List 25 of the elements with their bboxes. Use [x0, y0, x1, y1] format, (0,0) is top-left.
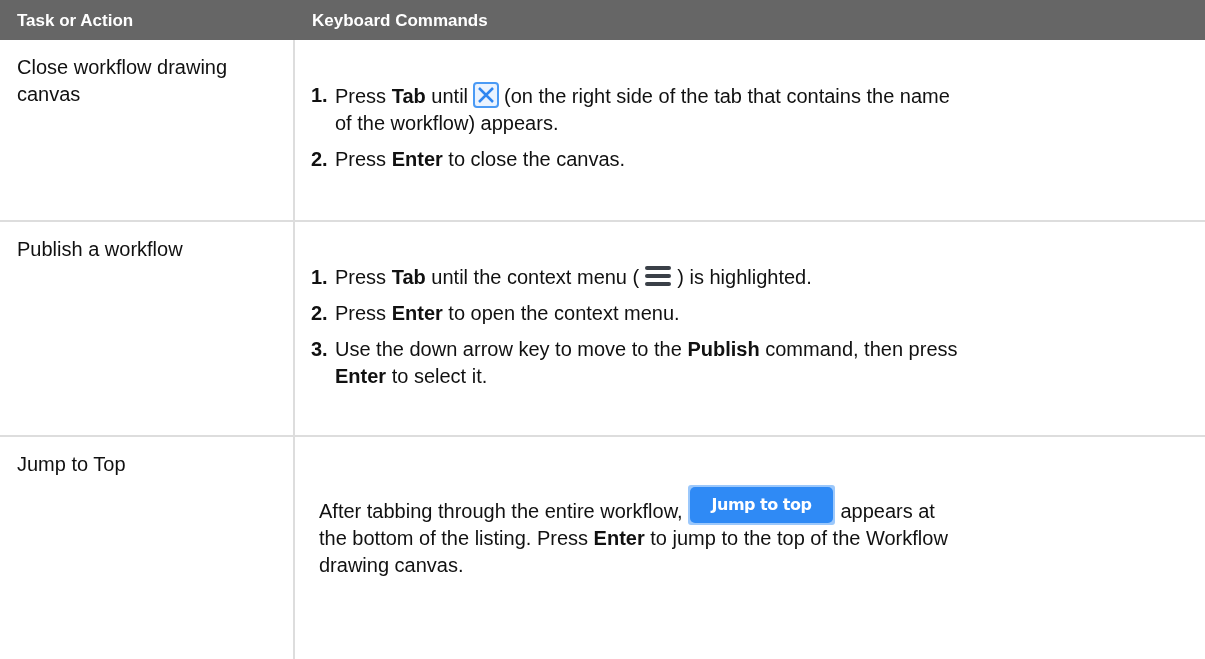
column-header: Task or Action — [16, 9, 135, 32]
command-text: Use the down arrow key to move to the Publish command, then press — [335, 337, 958, 362]
command-text: the bottom of the listing. Press Enter to jump to the top of the Workflow — [319, 526, 948, 551]
command-text: Press Enter to close the canvas. — [335, 147, 626, 172]
command-text: (on the right side of the tab that contains the name — [504, 84, 950, 109]
command-text: Press Tab until the context menu ( — [335, 265, 640, 290]
task-text: Close workflow drawing canvas — [17, 56, 228, 105]
command-text: of the workflow) appears. — [335, 111, 559, 136]
command-text: After tabbing through the entire workflow, — [319, 499, 683, 524]
command-text: appears at — [840, 499, 935, 524]
menu-icon — [644, 265, 673, 287]
step-number: 2. — [311, 147, 329, 172]
close-icon — [473, 82, 499, 108]
task-text: Publish a workflow — [17, 238, 183, 260]
command-text: drawing canvas. — [319, 553, 464, 578]
command-text: Press Enter to open the context menu. — [335, 301, 680, 326]
step-number: 3. — [311, 337, 329, 362]
command-text: Enter to select it. — [335, 364, 488, 389]
column-header: Keyboard Commands — [311, 9, 489, 32]
step-number: 1. — [311, 83, 329, 108]
step-number: 2. — [311, 301, 329, 326]
task-text: Jump to Top — [17, 453, 126, 475]
step-number: 1. — [311, 265, 329, 290]
command-text: Press Tab until — [335, 84, 468, 109]
command-text: ) is highlighted. — [677, 265, 812, 290]
